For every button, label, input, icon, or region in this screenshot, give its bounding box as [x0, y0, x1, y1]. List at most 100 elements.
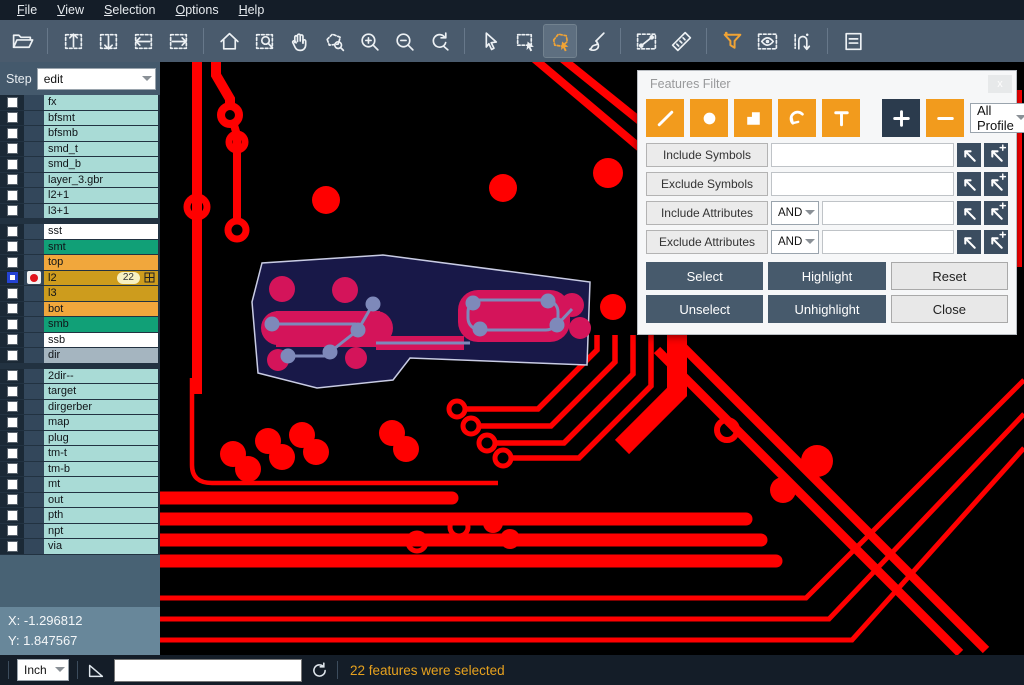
layer-checkbox[interactable]: [7, 448, 18, 459]
layer-chip-ssb[interactable]: ssb: [44, 333, 158, 348]
layer-chip-l3[interactable]: l3: [44, 286, 158, 301]
layer-chip-pth[interactable]: pth: [44, 508, 158, 523]
pan-hand-icon[interactable]: [283, 25, 315, 57]
pick-arrow-icon[interactable]: [957, 143, 981, 167]
shift-right-icon[interactable]: [162, 25, 194, 57]
layer-checkbox[interactable]: [7, 112, 18, 123]
layer-chip-map[interactable]: map: [44, 415, 158, 430]
active-layer-indicator-cell[interactable]: [24, 524, 44, 539]
layer-chip-smb[interactable]: smb: [44, 317, 158, 332]
reset-button[interactable]: Reset: [891, 262, 1008, 290]
active-layer-indicator-cell[interactable]: [24, 415, 44, 430]
layer-chip-layer_3.gbr[interactable]: layer_3.gbr: [44, 173, 158, 188]
menu-item-help[interactable]: Help: [230, 1, 274, 19]
clean-brush-icon[interactable]: [579, 25, 611, 57]
pick-arrow-add-icon[interactable]: [984, 230, 1008, 254]
menu-item-file[interactable]: File: [8, 1, 46, 19]
layer-checkbox[interactable]: [7, 303, 18, 314]
layer-chip-top[interactable]: top: [44, 255, 158, 270]
shift-up-icon[interactable]: [57, 25, 89, 57]
layer-checkbox[interactable]: [7, 257, 18, 268]
layers-panel-icon[interactable]: [837, 25, 869, 57]
layer-checkbox[interactable]: [7, 143, 18, 154]
layer-chip-bfsmb[interactable]: bfsmb: [44, 126, 158, 141]
layer-chip-l2[interactable]: l222: [44, 271, 158, 286]
feature-type-add-icon[interactable]: [882, 99, 920, 137]
pick-arrow-icon[interactable]: [957, 201, 981, 225]
layer-chip-l2+1[interactable]: l2+1: [44, 188, 158, 203]
unselect-button[interactable]: Unselect: [646, 295, 763, 323]
zoom-area-icon[interactable]: [248, 25, 280, 57]
command-input[interactable]: [114, 659, 302, 682]
zoom-previous-icon[interactable]: [423, 25, 455, 57]
active-layer-indicator-cell[interactable]: [24, 142, 44, 157]
menu-item-options[interactable]: Options: [166, 1, 227, 19]
profile-select[interactable]: All Profile: [970, 103, 1024, 133]
active-layer-indicator-cell[interactable]: [24, 204, 44, 219]
layer-chip-2dir--[interactable]: 2dir--: [44, 369, 158, 384]
layer-checkbox[interactable]: [7, 494, 18, 505]
loop-trace-icon[interactable]: [786, 25, 818, 57]
layer-checkbox[interactable]: [7, 417, 18, 428]
layer-checkbox[interactable]: [7, 190, 18, 201]
menu-item-view[interactable]: View: [48, 1, 93, 19]
active-layer-indicator-cell[interactable]: [24, 95, 44, 110]
shift-down-icon[interactable]: [92, 25, 124, 57]
open-folder-icon[interactable]: [6, 25, 38, 57]
active-layer-indicator-cell[interactable]: [24, 240, 44, 255]
active-layer-indicator-cell[interactable]: [24, 111, 44, 126]
layer-checkbox[interactable]: [7, 159, 18, 170]
home-view-icon[interactable]: [213, 25, 245, 57]
active-layer-indicator-cell[interactable]: [24, 493, 44, 508]
filter-row-label[interactable]: Exclude Symbols: [646, 172, 768, 196]
grid-icon[interactable]: [144, 272, 155, 283]
active-layer-indicator-cell[interactable]: [24, 157, 44, 172]
active-layer-indicator-cell[interactable]: [24, 173, 44, 188]
active-layer-indicator-cell[interactable]: [24, 477, 44, 492]
logic-select[interactable]: AND: [771, 201, 819, 225]
active-layer-indicator-cell[interactable]: [24, 188, 44, 203]
close-icon[interactable]: x: [988, 75, 1012, 93]
active-layer-indicator-cell[interactable]: [24, 333, 44, 348]
pick-arrow-icon[interactable]: [957, 172, 981, 196]
zoom-out-icon[interactable]: [388, 25, 420, 57]
active-layer-indicator-cell[interactable]: [24, 446, 44, 461]
layer-checkbox[interactable]: [7, 386, 18, 397]
layer-checkbox[interactable]: [7, 463, 18, 474]
zoom-polygon-icon[interactable]: [318, 25, 350, 57]
layer-checkbox[interactable]: [7, 525, 18, 536]
layer-checkbox[interactable]: [7, 541, 18, 552]
layer-checkbox[interactable]: [7, 401, 18, 412]
layer-checkbox[interactable]: [7, 226, 18, 237]
layer-checkbox[interactable]: [7, 272, 18, 283]
feature-type-surface-icon[interactable]: [734, 99, 772, 137]
refresh-icon[interactable]: [310, 661, 329, 680]
filter-row-label[interactable]: Include Symbols: [646, 143, 768, 167]
select-button[interactable]: Select: [646, 262, 763, 290]
layer-checkbox[interactable]: [7, 128, 18, 139]
layer-chip-l3+1[interactable]: l3+1: [44, 204, 158, 219]
layer-checkbox[interactable]: [7, 432, 18, 443]
zoom-in-icon[interactable]: [353, 25, 385, 57]
layer-chip-bot[interactable]: bot: [44, 302, 158, 317]
pick-arrow-add-icon[interactable]: [984, 143, 1008, 167]
features-filter-icon[interactable]: [716, 25, 748, 57]
feature-type-remove-icon[interactable]: [926, 99, 964, 137]
layer-checkbox[interactable]: [7, 370, 18, 381]
layer-chip-npt[interactable]: npt: [44, 524, 158, 539]
layer-checkbox[interactable]: [7, 241, 18, 252]
active-layer-indicator-cell[interactable]: [24, 348, 44, 363]
layer-chip-tm-b[interactable]: tm-b: [44, 462, 158, 477]
layer-chip-via[interactable]: via: [44, 539, 158, 554]
layer-checkbox[interactable]: [7, 288, 18, 299]
menu-item-selection[interactable]: Selection: [95, 1, 164, 19]
active-layer-indicator-cell[interactable]: [24, 369, 44, 384]
filter-value-input[interactable]: [771, 172, 954, 196]
layer-chip-tm-t[interactable]: tm-t: [44, 446, 158, 461]
feature-type-text-icon[interactable]: [822, 99, 860, 137]
layer-chip-plug[interactable]: plug: [44, 431, 158, 446]
highlight-button[interactable]: Highlight: [768, 262, 885, 290]
feature-type-arc-icon[interactable]: [778, 99, 816, 137]
layer-chip-smd_b[interactable]: smd_b: [44, 157, 158, 172]
layer-chip-smd_t[interactable]: smd_t: [44, 142, 158, 157]
